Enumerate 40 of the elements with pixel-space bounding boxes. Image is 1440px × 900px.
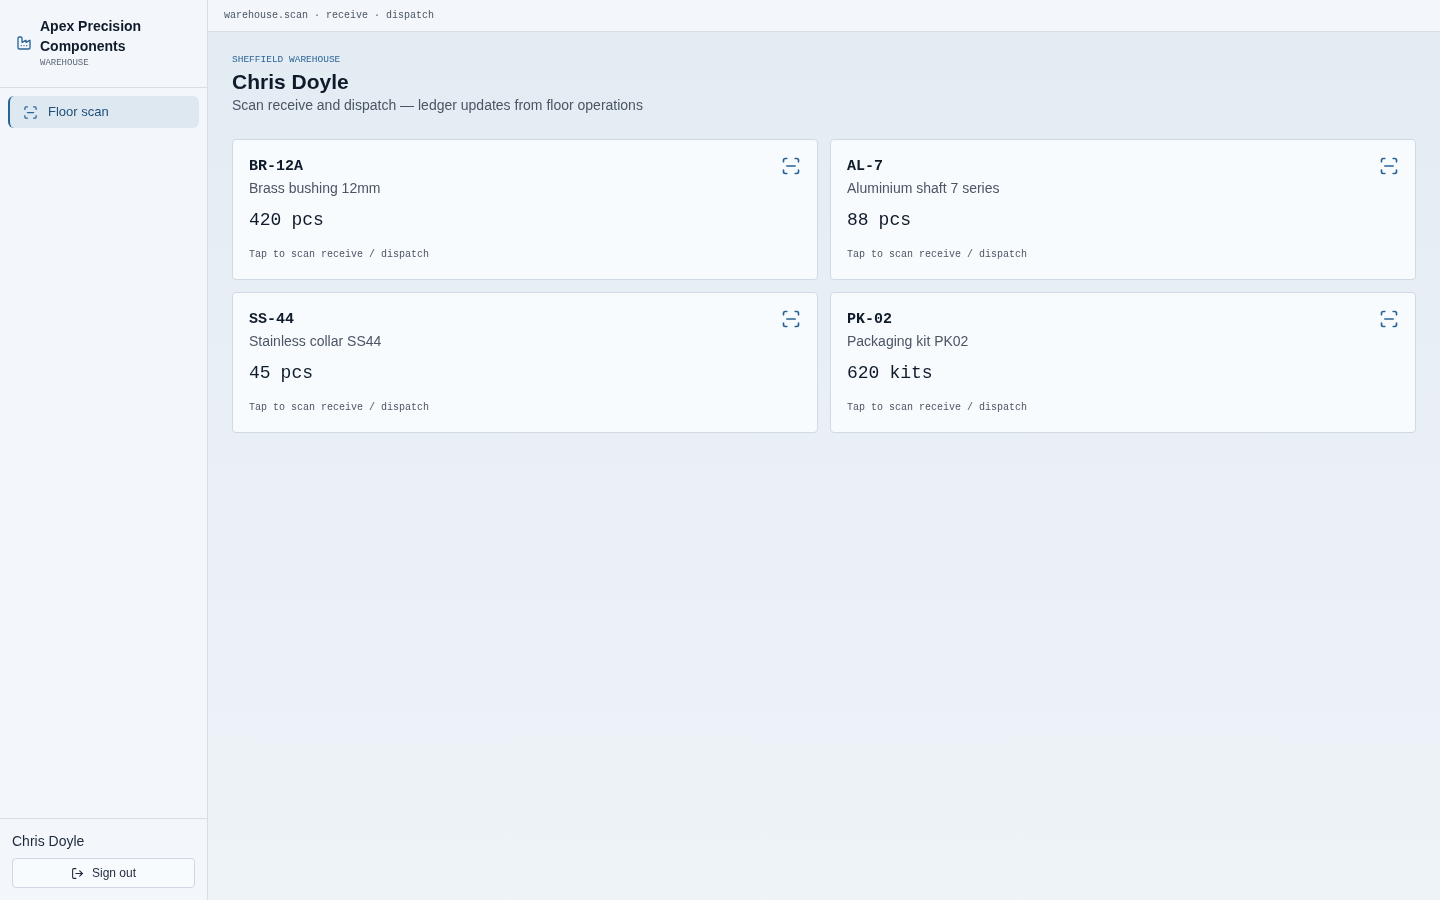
app-name: Apex Precision Components — [40, 17, 143, 56]
nav-item[interactable]: Floor scan — [8, 96, 199, 128]
user-name: Chris Doyle — [12, 832, 85, 850]
item-card[interactable]: AL-7 Aluminium shaft 7 series 88 pcs Tap to scan receive / dispatch — [830, 139, 1416, 280]
factory-icon — [16, 34, 32, 51]
item-name: Brass bushing 12mm — [249, 179, 381, 197]
item-name: Packaging kit PK02 — [847, 332, 969, 350]
item-code: AL-7 — [847, 157, 883, 177]
item-card[interactable]: BR-12A Brass bushing 12mm 420 pcs Tap to scan receive / dispatch — [232, 139, 818, 280]
item-quantity: 88 — [847, 209, 869, 231]
item-code: BR-12A — [249, 157, 303, 177]
item-unit: pcs — [280, 362, 313, 384]
breadcrumb: warehouse.scan · receive · dispatch — [224, 9, 435, 23]
sign-out-icon — [70, 866, 84, 880]
scan-icon — [1379, 156, 1399, 176]
item-unit: pcs — [291, 209, 324, 231]
scan-icon — [23, 104, 38, 120]
item-quantity: 620 — [847, 362, 880, 384]
item-code: PK-02 — [847, 310, 892, 330]
scan-hint: Tap to scan receive / dispatch — [249, 248, 430, 262]
item-unit: pcs — [878, 209, 911, 231]
item-name: Stainless collar SS44 — [249, 332, 382, 350]
item-card[interactable]: SS-44 Stainless collar SS44 45 pcs Tap to scan receive / dispatch — [232, 292, 818, 433]
scan-hint: Tap to scan receive / dispatch — [847, 248, 1028, 262]
item-code: SS-44 — [249, 310, 294, 330]
scan-icon — [781, 309, 801, 329]
item-name: Aluminium shaft 7 series — [847, 179, 1000, 197]
page-subtitle: Scan receive and dispatch — ledger updates from floor operations — [232, 96, 643, 114]
scan-icon — [781, 156, 801, 176]
scan-icon — [1379, 309, 1399, 329]
page-title: Chris Doyle — [232, 69, 349, 95]
page-eyebrow: SHEFFIELD WAREHOUSE — [232, 54, 341, 66]
app-subtitle: WAREHOUSE — [40, 57, 89, 69]
sign-out-button[interactable]: Sign out — [12, 858, 195, 888]
scan-hint: Tap to scan receive / dispatch — [847, 401, 1028, 415]
scan-hint: Tap to scan receive / dispatch — [249, 401, 430, 415]
item-card[interactable]: PK-02 Packaging kit PK02 620 kits Tap to scan receive / dispatch — [830, 292, 1416, 433]
item-quantity: 420 — [249, 209, 282, 231]
item-quantity: 45 — [249, 362, 271, 384]
item-unit: kits — [889, 362, 933, 384]
